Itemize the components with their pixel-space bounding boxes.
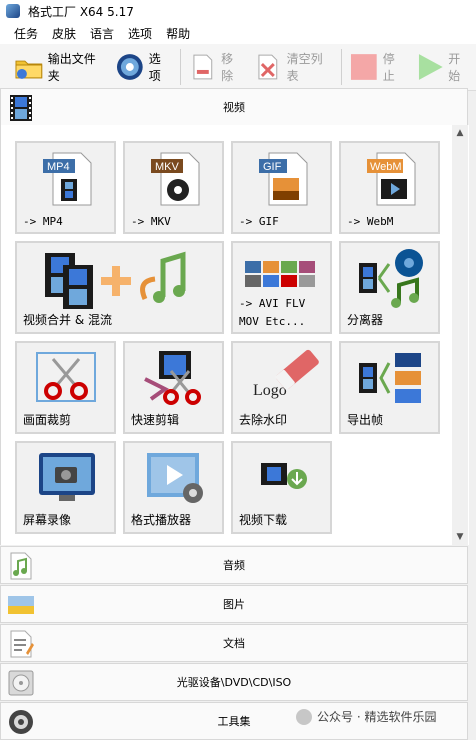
section-audio-label: 音频 bbox=[223, 559, 245, 572]
scroll-down-icon[interactable]: ▼ bbox=[452, 529, 468, 545]
tile-avi-label-line2: MOV Etc... bbox=[239, 315, 306, 328]
tile-to-avi-flv-mov[interactable]: -> AVI FLV MOV Etc... bbox=[231, 241, 332, 334]
svg-text:MP4: MP4 bbox=[47, 161, 70, 173]
video-download-icon bbox=[261, 463, 307, 489]
tile-to-gif[interactable]: GIF -> GIF bbox=[231, 141, 332, 234]
gear-icon bbox=[117, 54, 143, 80]
image-icon bbox=[8, 596, 34, 614]
tile-to-mkv[interactable]: MKV -> MKV bbox=[123, 141, 224, 234]
toolbar: 输出文件夹 选项 移除 清空列表 停止 开始 bbox=[0, 44, 476, 91]
tile-splitter-label: 分离器 bbox=[347, 313, 384, 327]
tile-crop[interactable]: 画面裁剪 bbox=[15, 341, 116, 434]
tile-video-download-label: 视频下载 bbox=[239, 513, 288, 527]
tile-export-frames[interactable]: 导出帧 bbox=[339, 341, 440, 434]
folder-icon bbox=[15, 60, 43, 79]
screen-record-icon bbox=[39, 453, 95, 501]
remove-icon bbox=[192, 54, 212, 80]
section-image[interactable]: 图片 bbox=[0, 585, 468, 623]
mkv-file-icon: MKV bbox=[151, 152, 200, 206]
start-button[interactable]: 开始 bbox=[411, 47, 476, 87]
svg-text:GIF: GIF bbox=[263, 161, 282, 173]
section-disc[interactable]: 光驱设备\DVD\CD\ISO bbox=[0, 663, 468, 701]
tile-quick-cut[interactable]: 快速剪辑 bbox=[123, 341, 224, 434]
menu-language[interactable]: 语言 bbox=[83, 25, 121, 42]
player-icon bbox=[147, 453, 203, 503]
toolbar-separator bbox=[179, 49, 181, 85]
tile-crop-label: 画面裁剪 bbox=[23, 413, 72, 427]
tile-video-merge[interactable]: 视频合并 & 混流 bbox=[15, 241, 224, 334]
wechat-icon bbox=[296, 708, 312, 725]
options-button[interactable]: 选项 bbox=[111, 47, 176, 87]
mp4-file-icon: MP4 bbox=[43, 152, 92, 206]
quick-cut-icon bbox=[144, 351, 201, 405]
section-document[interactable]: 文档 bbox=[0, 624, 468, 662]
tile-to-webm-label: -> WebM bbox=[347, 215, 394, 228]
merge-icon bbox=[45, 251, 186, 309]
export-frames-icon bbox=[359, 353, 421, 403]
menu-skin[interactable]: 皮肤 bbox=[45, 25, 83, 42]
menu-bar: 任务 皮肤 语言 选项 帮助 bbox=[0, 22, 476, 44]
tile-video-download[interactable]: 视频下载 bbox=[231, 441, 332, 534]
audio-icon bbox=[10, 552, 32, 580]
tile-to-webm[interactable]: WebM -> WebM bbox=[339, 141, 440, 234]
tile-to-mp4-label: -> MP4 bbox=[23, 215, 63, 228]
splitter-icon bbox=[359, 249, 423, 308]
output-folder-button[interactable]: 输出文件夹 bbox=[10, 47, 111, 87]
toolbar-separator bbox=[341, 49, 343, 85]
tile-splitter[interactable]: 分离器 bbox=[339, 241, 440, 334]
tile-format-player[interactable]: 格式播放器 bbox=[123, 441, 224, 534]
tile-quick-cut-label: 快速剪辑 bbox=[131, 413, 180, 427]
clear-list-button[interactable]: 清空列表 bbox=[249, 47, 338, 87]
svg-text:WebM: WebM bbox=[370, 161, 402, 173]
watermark: 公众号 · 精选软件乐园 bbox=[296, 708, 436, 725]
webm-file-icon: WebM bbox=[367, 152, 416, 206]
video-panel-scrollbar[interactable]: ▲ ▼ bbox=[452, 125, 468, 545]
menu-help[interactable]: 帮助 bbox=[159, 25, 197, 42]
window-title: 格式工厂 X64 5.17 bbox=[28, 4, 134, 19]
gif-file-icon: GIF bbox=[259, 152, 308, 206]
app-icon bbox=[6, 4, 20, 18]
tile-to-mkv-label: -> MKV bbox=[131, 215, 171, 228]
section-video-label: 视频 bbox=[223, 101, 245, 114]
tile-screen-record-label: 屏幕录像 bbox=[23, 513, 72, 527]
section-image-label: 图片 bbox=[223, 598, 245, 611]
menu-task[interactable]: 任务 bbox=[0, 25, 45, 42]
section-document-label: 文档 bbox=[223, 637, 245, 650]
scroll-up-icon[interactable]: ▲ bbox=[452, 125, 468, 141]
crop-icon bbox=[36, 352, 96, 402]
clear-icon bbox=[258, 54, 278, 80]
section-video[interactable]: 视频 bbox=[0, 88, 468, 126]
eraser-icon: Logo bbox=[253, 349, 319, 399]
svg-text:MKV: MKV bbox=[155, 161, 180, 173]
tile-remove-watermark[interactable]: Logo 去除水印 bbox=[231, 341, 332, 434]
tools-icon bbox=[9, 710, 33, 734]
remove-button[interactable]: 移除 bbox=[184, 47, 249, 87]
document-icon bbox=[10, 630, 34, 658]
disc-drive-icon bbox=[8, 670, 34, 696]
section-disc-label: 光驱设备\DVD\CD\ISO bbox=[176, 676, 292, 689]
stop-icon bbox=[351, 54, 377, 80]
menu-options[interactable]: 选项 bbox=[121, 25, 159, 42]
tile-avi-label-line1: -> AVI FLV bbox=[239, 297, 306, 310]
tile-video-merge-label: 视频合并 & 混流 bbox=[23, 313, 112, 327]
section-audio[interactable]: 音频 bbox=[0, 546, 468, 584]
tile-export-frames-label: 导出帧 bbox=[347, 413, 384, 427]
multi-format-icon bbox=[245, 261, 315, 287]
title-bar: 格式工厂 X64 5.17 bbox=[0, 0, 476, 22]
film-icon bbox=[10, 95, 32, 121]
tile-to-gif-label: -> GIF bbox=[239, 215, 279, 228]
tile-format-player-label: 格式播放器 bbox=[131, 513, 192, 527]
tile-screen-record[interactable]: 屏幕录像 bbox=[15, 441, 116, 534]
stop-button[interactable]: 停止 bbox=[345, 47, 410, 87]
play-icon bbox=[418, 54, 443, 80]
tile-to-mp4[interactable]: MP4 -> MP4 bbox=[15, 141, 116, 234]
video-panel: MP4 -> MP4 MKV -> MKV GIF -> GIF WebM ->… bbox=[0, 125, 469, 545]
tile-remove-watermark-label: 去除水印 bbox=[239, 413, 288, 427]
watermark-text: 公众号 · 精选软件乐园 bbox=[317, 710, 437, 724]
